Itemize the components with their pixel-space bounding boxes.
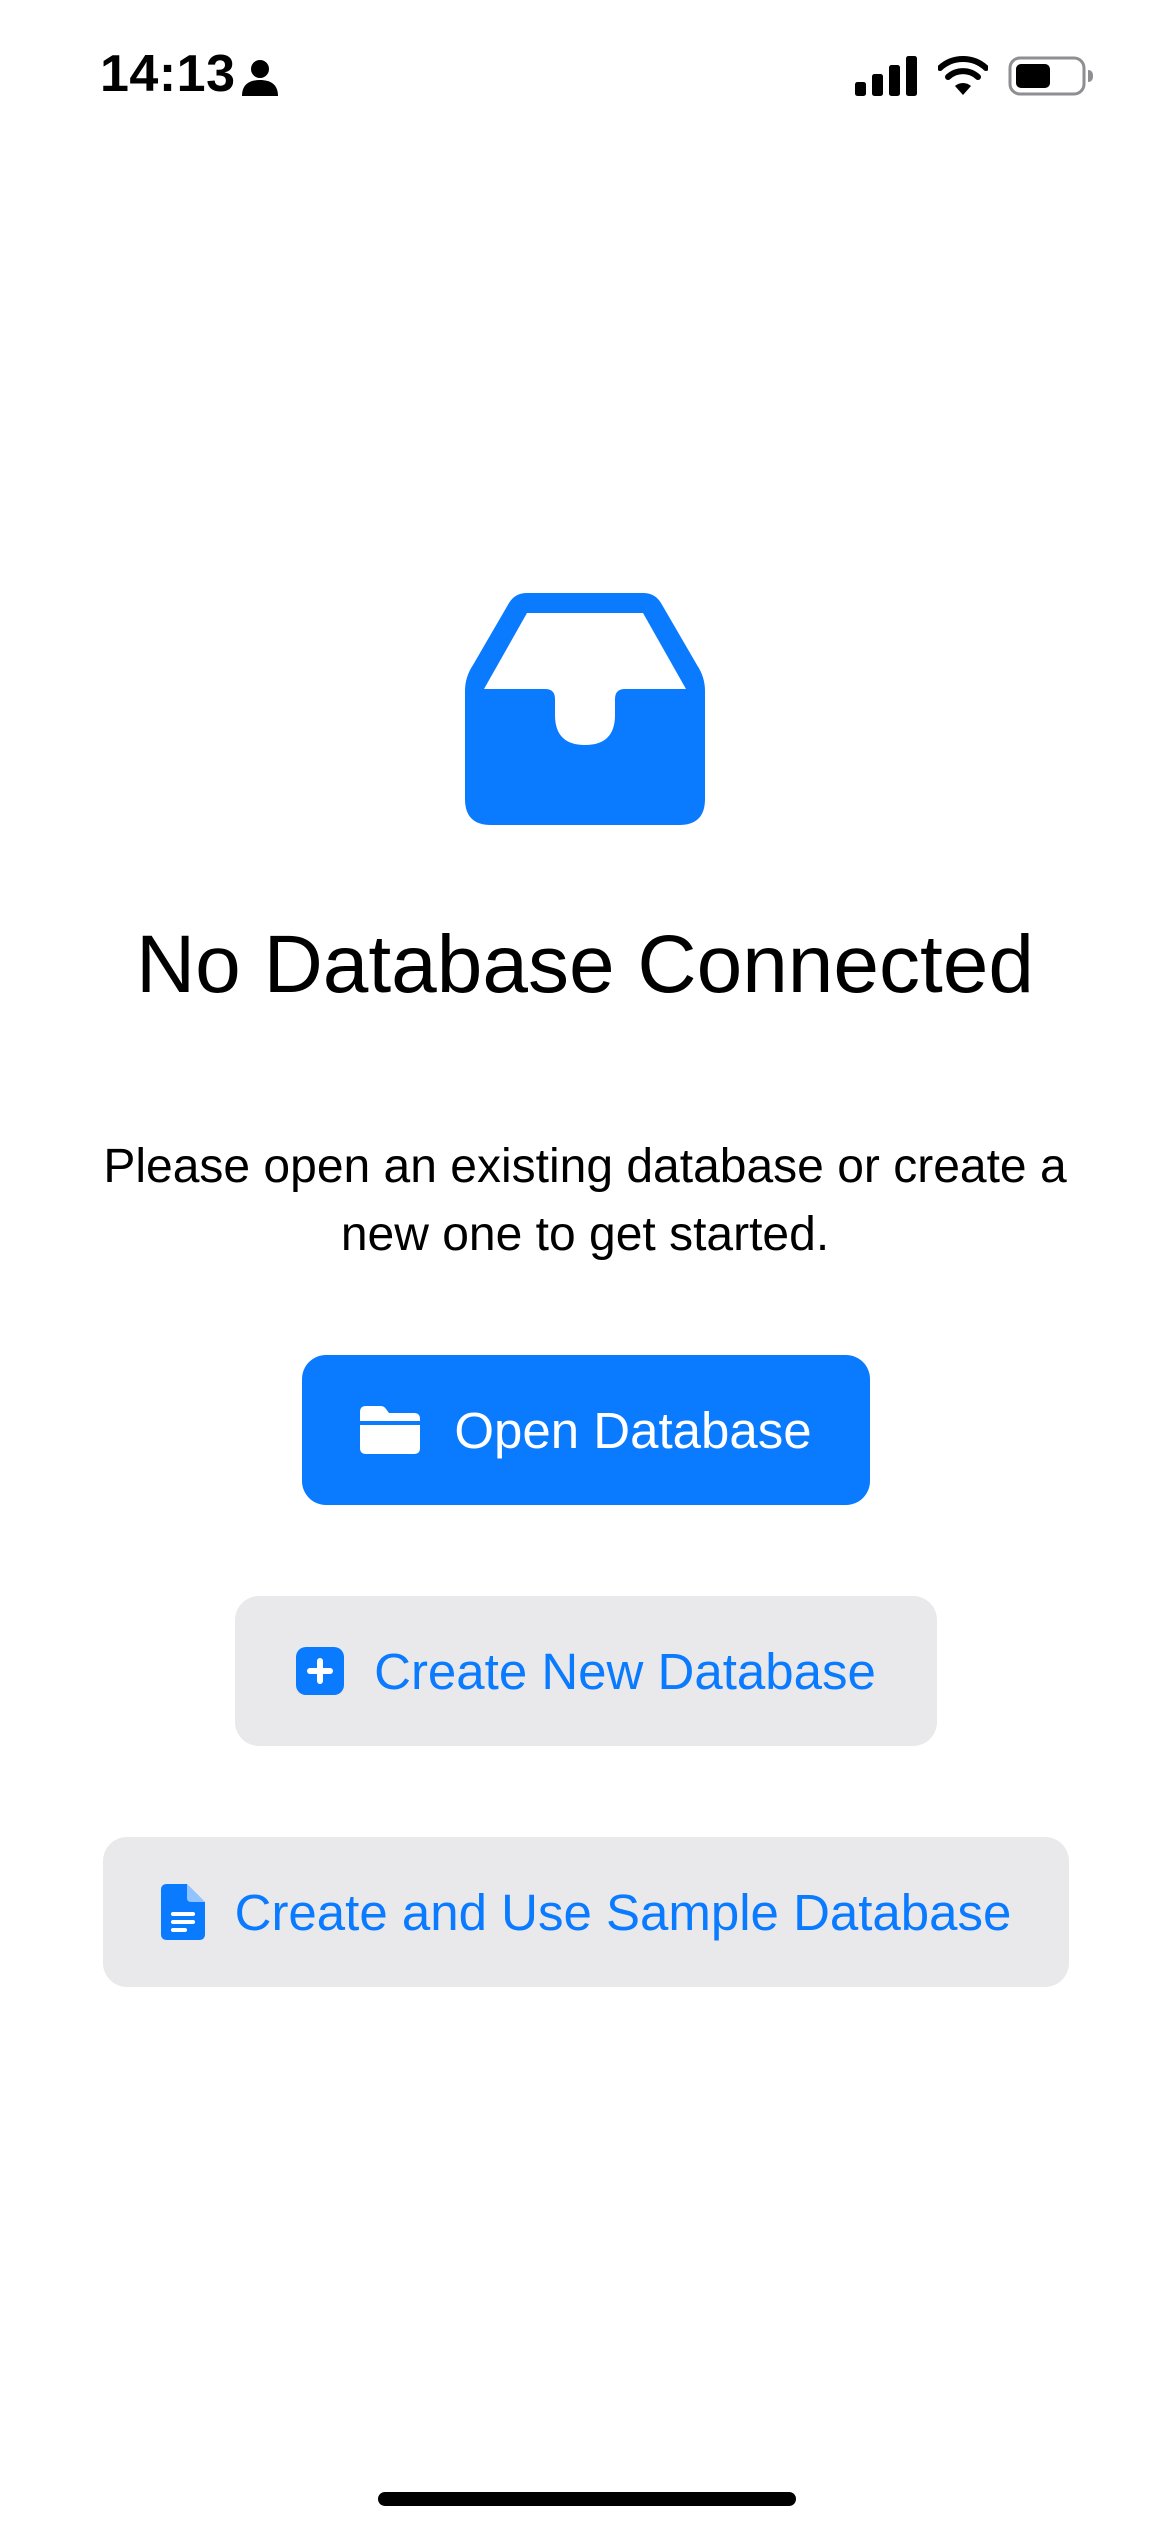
empty-state-message: Please open an existing database or crea… <box>103 1140 1067 1261</box>
create-new-database-button[interactable]: Create New Database <box>235 1596 937 1746</box>
open-database-button[interactable]: Open Database <box>302 1355 870 1505</box>
no-database-screen: 14:13 No Database Connected Please open … <box>0 0 1170 2532</box>
wifi-icon <box>938 56 988 95</box>
create-new-database-label: Create New Database <box>374 1642 876 1700</box>
home-indicator[interactable] <box>378 2492 796 2506</box>
status-bar: 14:13 <box>0 0 1170 150</box>
folder-icon <box>360 1406 421 1454</box>
person-icon <box>242 60 278 96</box>
create-sample-database-button[interactable]: Create and Use Sample Database <box>103 1837 1069 1987</box>
document-icon <box>160 1884 205 1940</box>
status-time: 14:13 <box>100 45 236 103</box>
open-database-label: Open Database <box>454 1401 812 1459</box>
plus-square-icon <box>296 1647 345 1695</box>
battery-icon <box>1008 56 1093 96</box>
create-sample-database-label: Create and Use Sample Database <box>234 1883 1012 1941</box>
tray-icon <box>465 593 705 825</box>
empty-state-title: No Database Connected <box>135 919 1035 1010</box>
cellular-signal-icon <box>855 56 917 96</box>
